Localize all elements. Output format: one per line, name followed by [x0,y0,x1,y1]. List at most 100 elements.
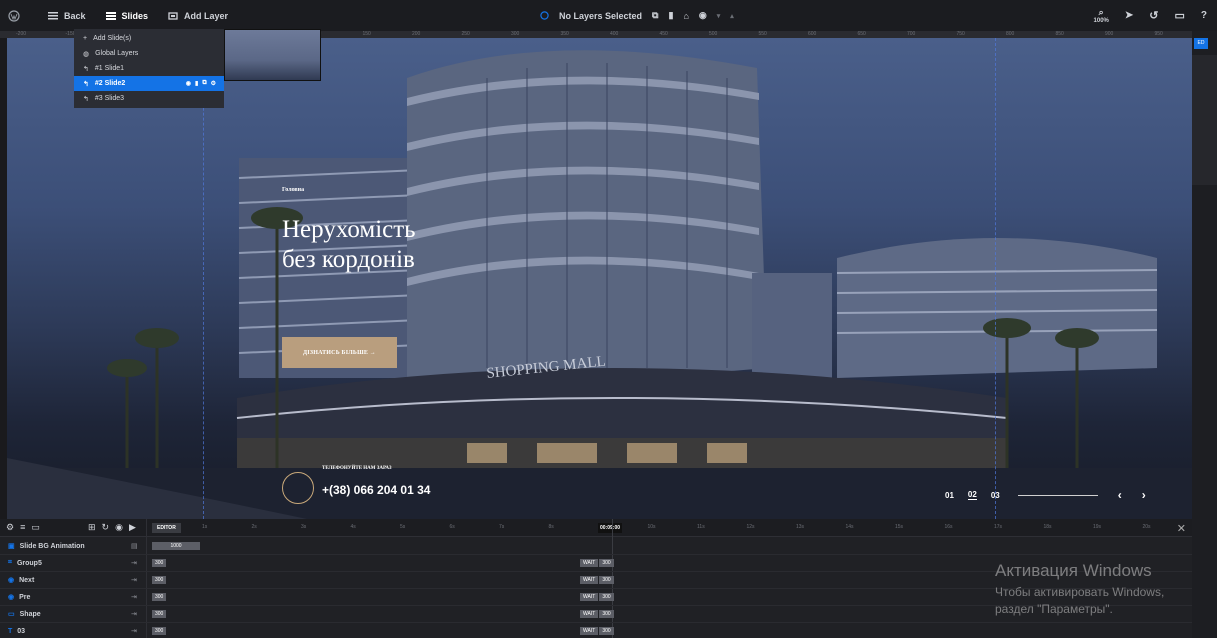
cursor-icon[interactable]: ➤ [1125,10,1133,21]
duplicate-icon[interactable]: ⧉ [202,80,206,87]
wait-value: 300 [599,593,614,601]
phone-caption[interactable]: ТЕЛЕФОНУЙТЕ НАМ ЗАРАЗ [322,466,392,471]
right-settings-panel: ED [1192,31,1217,638]
timeline-wait-block[interactable]: WAIT 300 [580,559,614,567]
timeline-duration-bar[interactable]: 300 [152,576,167,584]
building-illustration: SHOPPING MALL [7,50,1192,519]
timeline-row-label: Pre [19,593,31,601]
timeline-wait-block[interactable]: WAIT 300 [580,593,614,601]
timeline-tick: 5s [400,524,406,530]
wait-value: 300 [599,576,614,584]
close-icon[interactable]: ✕ [1177,522,1186,535]
editor-tab[interactable]: ED [1194,38,1208,49]
ruler-tick: 700 [907,31,916,37]
prev-arrow-icon[interactable]: ‹ [1118,488,1122,502]
group-icon: ⌗ [8,559,12,566]
slides-icon [105,11,116,20]
slides-menu-label: Add Slide(s) [93,35,132,42]
layer-selection-tools: No Layers Selected ⧉ ▮ ⌂ ◉ ▾ ▴ [540,0,734,31]
pager-item-03[interactable]: 03 [991,491,1000,500]
watermark-line-1: Чтобы активировать Windows, [995,585,1165,599]
timeline-header: ⚙ ≡ ▭ ⊞ ↻ ◉ ▶ 1s 2s 3s 4s 5s 6s 7s 8s 10s 11s 12s 1… [0,519,1192,537]
timeline-duration-bar[interactable]: 300 [152,627,167,635]
watermark-title: Активация Windows [995,561,1152,580]
visibility-icon[interactable]: ◉ [186,80,191,87]
slides-menu-label: #2 Slide2 [94,80,126,87]
pin-icon[interactable]: ⇥ [131,593,137,601]
add-slides-item[interactable]: + Add Slide(s) [74,31,224,46]
wait-value: 300 [599,627,614,635]
slide-item-1[interactable]: ↰ #1 Slide1 [74,61,224,76]
timeline-row-name: ⌗ Group5 [0,559,130,567]
timeline-row-label: Group5 [16,559,42,567]
wait-label: WAIT [580,559,599,567]
timeline-wait-block[interactable]: WAIT 300 [580,576,614,584]
settings-strip [1192,55,1217,185]
ruler-tick: 150 [362,31,371,37]
timeline-row-name: ◉ Pre [0,593,130,602]
settings-icon[interactable]: ⚙ [211,80,216,87]
timeline-row-name: T 03 [0,628,130,635]
chevron-down-icon[interactable]: ▾ [717,12,721,20]
pin-icon[interactable]: ⇥ [131,559,137,567]
duplicate-icon[interactable]: ⧉ [652,10,658,21]
timeline-duration-bar[interactable]: 1000 [152,542,200,550]
slide-item-tools: ◉ ▮ ⧉ ⚙ [186,80,216,87]
ruler-tick: -200 [16,31,27,37]
timeline-row[interactable]: T 03 ⇥ 300 WAIT 300 [0,623,1192,638]
timeline-tick: 13s [796,524,805,530]
time-display: 00:09:00 [598,523,623,533]
timeline-tick: 4s [350,524,356,530]
timeline-wait-block[interactable]: WAIT 300 [580,627,614,635]
drag-icon: ↰ [83,80,89,88]
delete-icon[interactable]: ▮ [195,80,198,87]
monitor-icon[interactable]: ▭ [1174,9,1184,22]
visibility-icon[interactable]: ◉ [699,10,707,21]
slide-canvas[interactable]: SHOPPING MALL Головна Нерухомість без ко… [7,38,1192,519]
windows-activation-watermark: Активация Windows Чтобы активировать Win… [995,561,1164,618]
ruler-tick: 200 [412,31,421,37]
chevron-up-icon[interactable]: ▴ [730,12,734,20]
slides-menu-label: Global Layers [95,50,139,57]
learn-more-button[interactable]: ДІЗНАТИСЬ БІЛЬШЕ → [282,337,397,368]
wait-label: WAIT [580,576,599,584]
timeline-tick: 1s [202,524,208,530]
back-label: Back [64,10,86,21]
slide-item-3[interactable]: ↰ #3 Slide3 [74,91,224,106]
timeline-tick: 10s [647,524,656,530]
phone-number[interactable]: +(38) 066 204 01 34 [322,483,430,497]
timeline-duration-bar[interactable]: 300 [152,559,167,567]
timeline-tick: 19s [1093,524,1102,530]
timeline-duration-bar[interactable]: 300 [152,610,167,618]
timeline-tick: 16s [944,524,953,530]
add-layer-button[interactable]: Add Layer [158,0,238,31]
lock-icon[interactable]: ⌂ [683,11,688,21]
help-icon[interactable]: ? [1201,10,1207,21]
timeline-duration-bar[interactable]: 300 [152,593,167,601]
timeline-row[interactable]: ▣ Slide BG Animation ▤ 1000 [0,538,1192,555]
pager-item-02[interactable]: 02 [967,490,977,500]
zoom-control[interactable]: ⌕ 100% [1094,7,1109,25]
pin-icon[interactable]: ⇥ [131,576,137,584]
wait-value: 300 [599,559,614,567]
next-arrow-icon[interactable]: › [1142,488,1146,502]
global-layers-item[interactable]: ◍ Global Layers [74,46,224,61]
watermark-line-2: раздел "Параметры". [995,602,1113,616]
slide-tag-layer[interactable]: Головна [282,187,304,193]
wordpress-logo[interactable] [0,0,28,31]
pin-icon[interactable]: ⇥ [131,610,137,618]
slides-button[interactable]: Slides [96,0,159,31]
timeline-tick: 15s [895,524,904,530]
undo-icon[interactable]: ↺ [1149,9,1158,22]
editor-mode-chip[interactable]: EDITOR [152,523,181,533]
slide-item-2[interactable]: ↰ #2 Slide2 ◉ ▮ ⧉ ⚙ [74,76,224,91]
phone-circle-shape[interactable] [282,472,314,504]
pin-icon[interactable]: ⇥ [131,627,137,635]
image-icon[interactable]: ▤ [131,542,138,550]
timeline-wait-block[interactable]: WAIT 300 [580,610,614,618]
guide-line-left [203,38,204,519]
back-button[interactable]: Back [38,0,96,31]
pager-item-01[interactable]: 01 [945,491,954,500]
delete-icon[interactable]: ▮ [668,10,673,21]
slide-title-layer[interactable]: Нерухомість без кордонів [282,215,416,275]
